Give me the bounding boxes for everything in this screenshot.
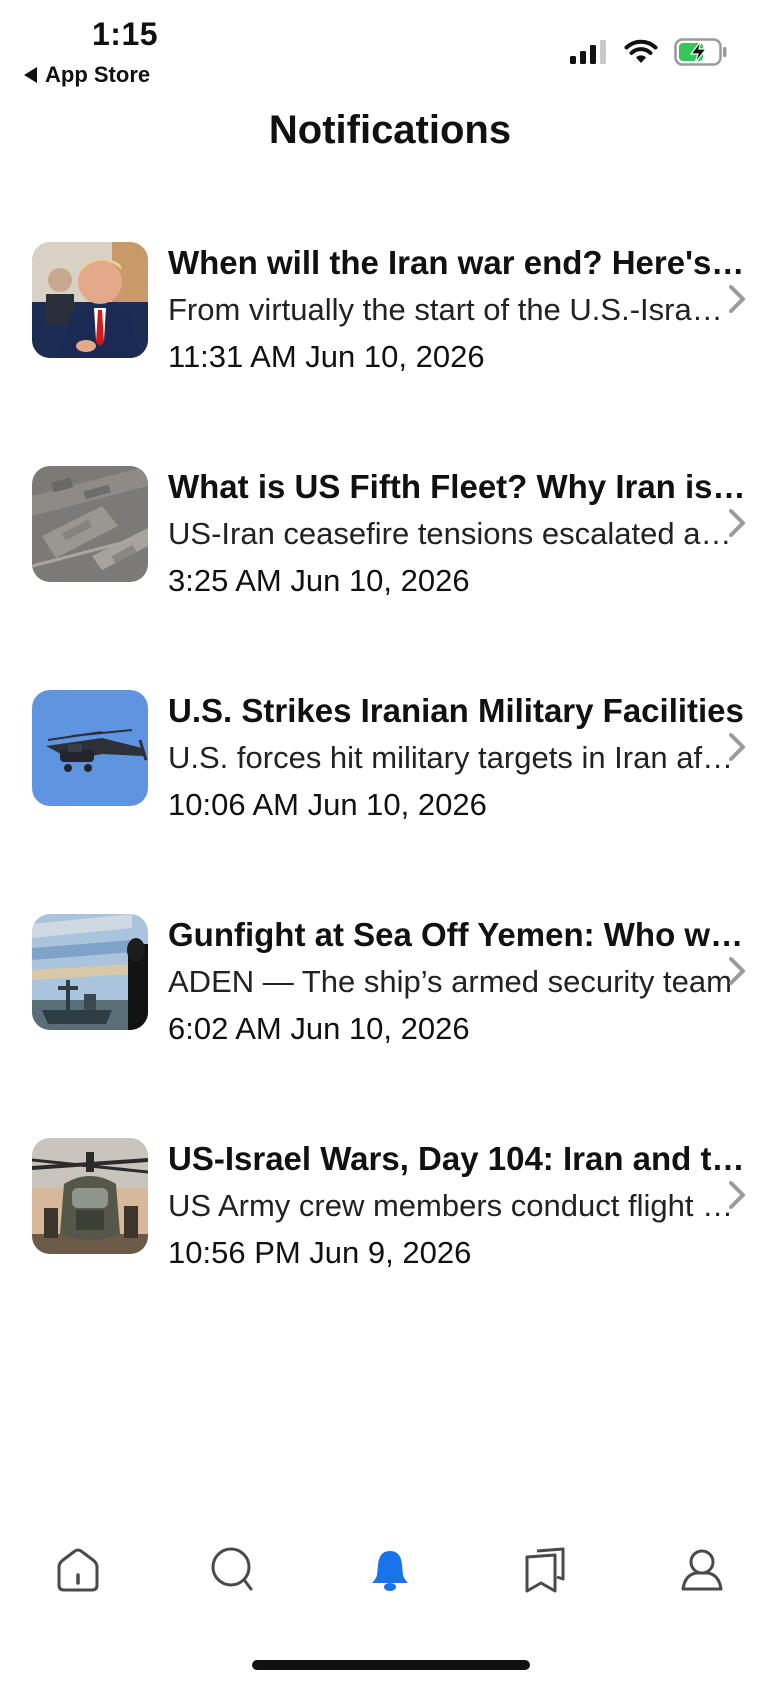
back-arrow-icon — [24, 67, 37, 83]
notification-list: When will the Iran war end? Here's what … — [0, 238, 780, 1358]
notification-time: 10:56 PM Jun 9, 2026 — [168, 1235, 472, 1270]
home-icon — [57, 1548, 99, 1592]
tab-home[interactable] — [48, 1540, 108, 1600]
tab-search[interactable] — [204, 1540, 264, 1600]
page-title: Notifications — [268, 108, 512, 152]
notification-row[interactable]: When will the Iran war end? Here's what … — [0, 238, 780, 462]
wifi-icon — [624, 39, 658, 63]
back-to-app-store[interactable]: App Store — [24, 62, 150, 88]
notification-title: U.S. Strikes Iranian Military Facilities — [168, 692, 744, 729]
notification-title: Gunfight at Sea Off Yemen: Who was invol… — [168, 916, 746, 953]
notification-time: 10:06 AM Jun 10, 2026 — [168, 787, 487, 822]
notification-title: When will the Iran war end? Here's what … — [168, 244, 746, 281]
notification-time: 3:25 AM Jun 10, 2026 — [168, 563, 470, 598]
chevron-right-icon — [729, 733, 745, 761]
notification-thumbnail — [32, 242, 148, 358]
battery-charging-icon — [674, 38, 727, 66]
notification-row[interactable]: Gunfight at Sea Off Yemen: Who was invol… — [0, 910, 780, 1134]
home-indicator — [252, 1660, 530, 1670]
notification-row[interactable]: U.S. Strikes Iranian Military Facilities… — [0, 686, 780, 910]
notification-thumbnail — [32, 466, 148, 582]
status-time: 1:15 — [92, 16, 159, 52]
notification-summary: U.S. forces hit military targets in Iran… — [168, 740, 739, 775]
bell-icon — [372, 1551, 408, 1591]
notification-thumbnail — [32, 914, 148, 1030]
person-icon — [681, 1549, 723, 1591]
notification-summary: From virtually the start of the U.S.-Isr… — [168, 292, 746, 327]
notification-time: 11:31 AM Jun 10, 2026 — [168, 339, 485, 374]
tab-profile[interactable] — [672, 1540, 732, 1600]
tab-saved[interactable] — [516, 1540, 576, 1600]
tab-notifications[interactable] — [360, 1540, 420, 1600]
status-icons — [570, 38, 728, 66]
notification-title: What is US Fifth Fleet? Why Iran is targ… — [168, 468, 746, 505]
chevron-right-icon — [729, 285, 745, 313]
tab-bar — [0, 1540, 780, 1600]
chevron-right-icon — [729, 957, 745, 985]
chevron-right-icon — [729, 1181, 745, 1209]
notification-thumbnail — [32, 690, 148, 806]
chevron-right-icon — [729, 509, 745, 537]
notification-row[interactable]: US-Israel Wars, Day 104: Iran and the Gu… — [0, 1134, 780, 1358]
notification-summary: US-Iran ceasefire tensions escalated aft… — [168, 516, 746, 551]
notification-thumbnail — [32, 1138, 148, 1254]
bookmarks-icon — [525, 1547, 565, 1593]
notification-row[interactable]: What is US Fifth Fleet? Why Iran is targ… — [0, 462, 780, 686]
notification-summary: US Army crew members conduct flight oper… — [168, 1188, 746, 1223]
cellular-signal-icon — [570, 40, 606, 64]
search-icon — [211, 1547, 253, 1591]
notification-time: 6:02 AM Jun 10, 2026 — [168, 1011, 470, 1046]
notification-title: US-Israel Wars, Day 104: Iran and the Gu… — [168, 1140, 746, 1177]
notification-summary: ADEN — The ship’s armed security team — [168, 964, 732, 999]
back-label: App Store — [45, 62, 151, 87]
